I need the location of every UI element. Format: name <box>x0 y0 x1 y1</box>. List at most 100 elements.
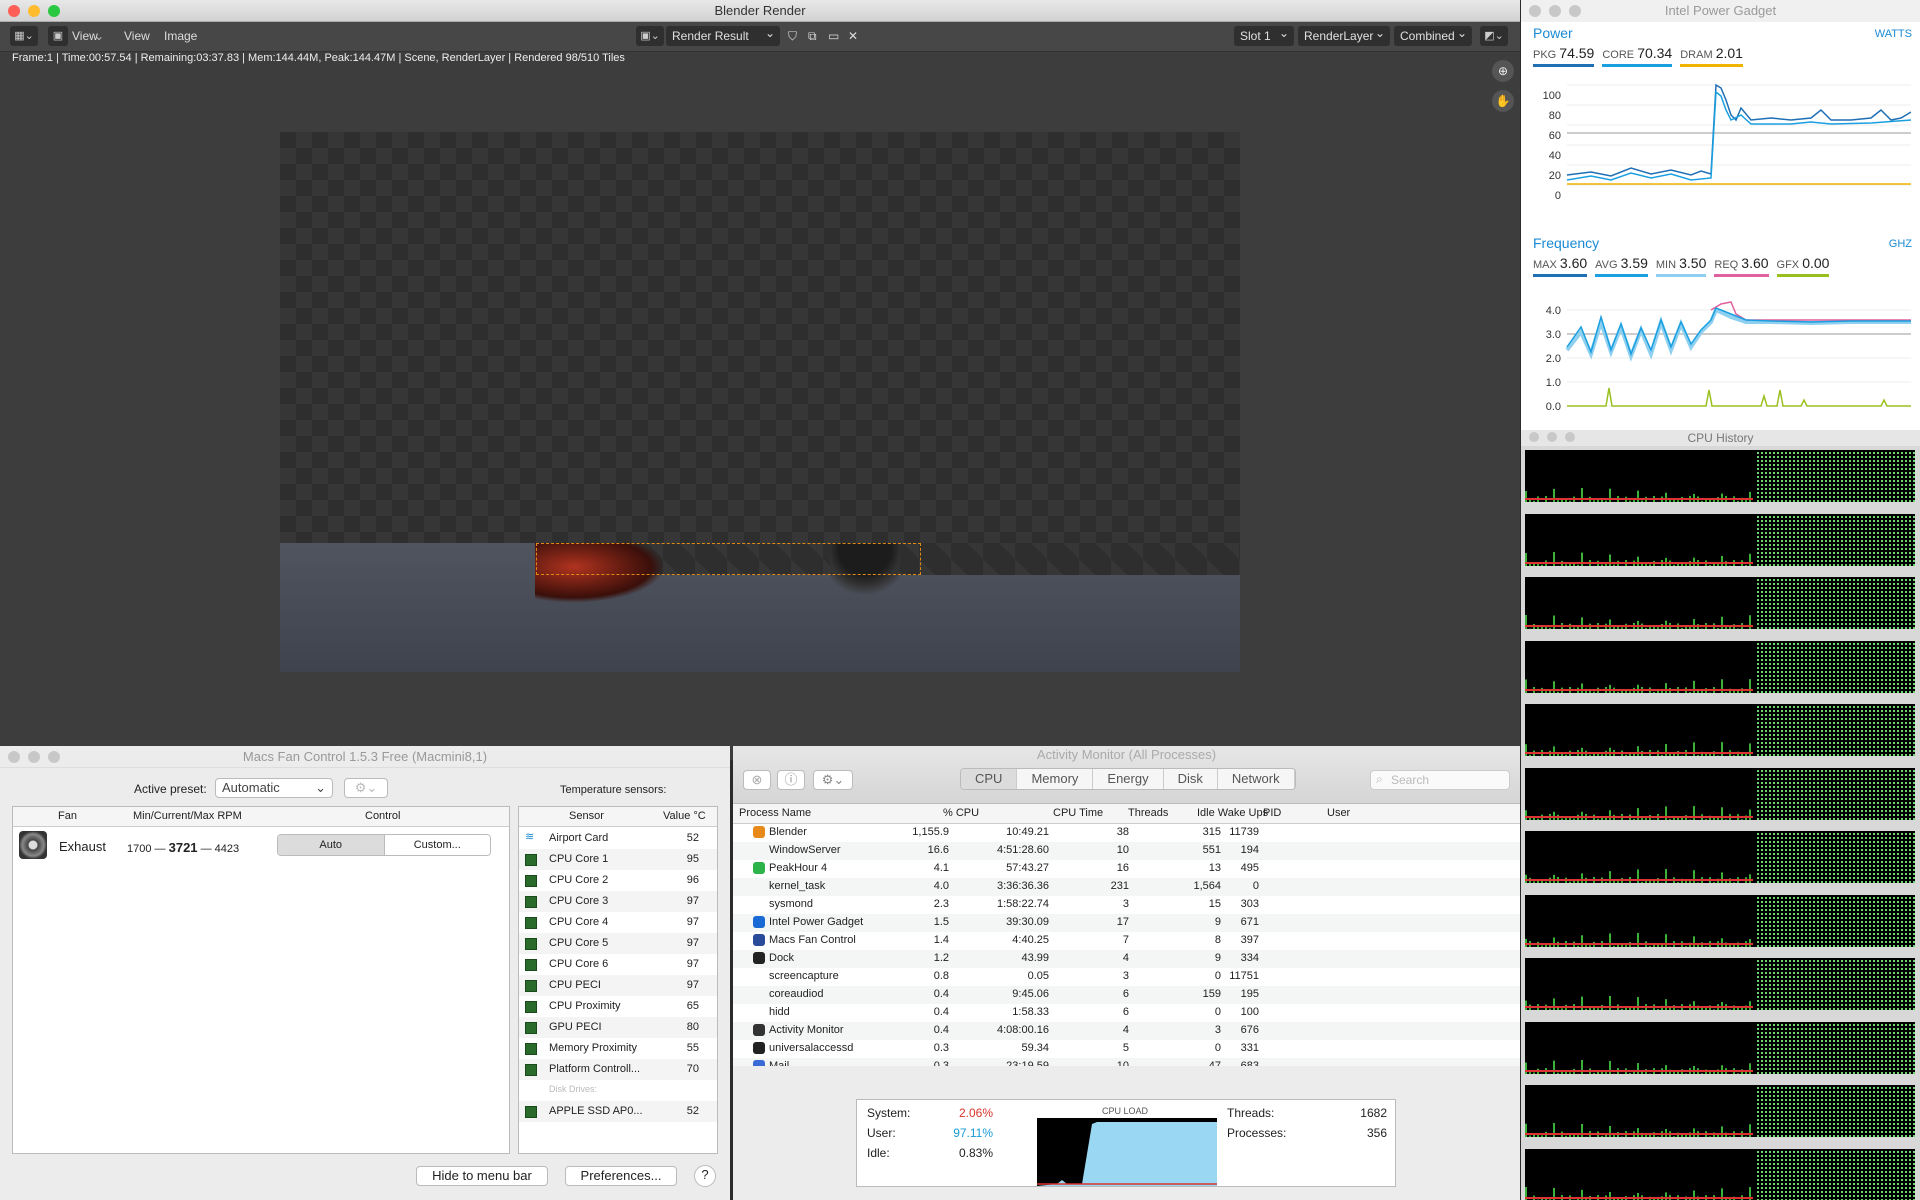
cell-1: 0.4 <box>933 1024 949 1036</box>
table-row[interactable]: hidd 0.4 1:58.33 6 0 100 <box>733 1004 1520 1022</box>
table-row[interactable]: Activity Monitor 0.4 4:08:00.16 4 3 676 <box>733 1022 1520 1040</box>
zoom-icon[interactable]: ⊕ <box>1492 60 1514 82</box>
preferences-button[interactable]: Preferences... <box>565 1166 677 1186</box>
close-button[interactable] <box>1529 5 1541 17</box>
cell-4: 8 <box>1214 934 1221 946</box>
stop-process-icon[interactable]: ⊗ <box>743 770 771 790</box>
table-row[interactable]: Blender 1,155.9 10:49.21 38 315 11739 <box>733 824 1520 842</box>
cell-1: 0.4 <box>933 988 949 1000</box>
freq-value-min: MIN 3.50 <box>1655 255 1707 277</box>
hand-pan-icon[interactable]: ✋ <box>1492 90 1514 112</box>
cell-0: Macs Fan Control <box>769 934 856 946</box>
browse-image-icon[interactable]: ▣⌄ <box>636 26 664 46</box>
view-menu[interactable]: View <box>120 27 154 45</box>
fan-rpm-current: 3721 <box>168 840 198 855</box>
col-sensor[interactable]: Sensor <box>569 810 604 822</box>
info-icon[interactable]: ⓘ <box>777 770 805 790</box>
cell-0: PeakHour 4 <box>769 862 828 874</box>
table-row[interactable]: coreaudiod 0.4 9:45.06 6 159 195 <box>733 986 1520 1004</box>
ipg-titlebar: Intel Power Gadget <box>1521 0 1920 22</box>
table-row[interactable]: WindowServer 16.6 4:51:28.60 10 551 194 <box>733 842 1520 860</box>
image-menu[interactable]: Image <box>160 27 201 45</box>
render-canvas[interactable] <box>280 132 1240 672</box>
hide-to-menu-bar-button[interactable]: Hide to menu bar <box>416 1166 548 1186</box>
cell-5: 195 <box>1240 988 1259 1000</box>
table-row[interactable]: sysmond 2.3 1:58:22.74 3 15 303 <box>733 896 1520 914</box>
cpu-core-graph <box>1525 513 1915 566</box>
custom-button[interactable]: Custom... <box>383 835 490 855</box>
close-button[interactable] <box>8 751 20 763</box>
zoom-button[interactable] <box>48 751 60 763</box>
col-pid[interactable]: PID <box>1263 807 1281 819</box>
search-input[interactable]: ⌕ Search <box>1370 770 1510 790</box>
tab-disk[interactable]: Disk <box>1164 769 1218 789</box>
col-control[interactable]: Control <box>365 810 400 822</box>
col-cpu-time[interactable]: CPU Time <box>1053 807 1103 819</box>
cell-3: 4 <box>1122 952 1129 964</box>
duplicate-icon[interactable]: ⧉ <box>804 27 821 45</box>
table-row[interactable]: screencapture 0.8 0.05 3 0 11751 <box>733 968 1520 986</box>
app-icon <box>753 1024 765 1036</box>
close-icon[interactable]: ✕ <box>844 27 862 45</box>
table-row[interactable]: Mail 0.3 23:19.59 10 47 683 <box>733 1058 1520 1066</box>
render-pass-dropdown[interactable]: Combined <box>1394 23 1472 46</box>
minimize-button[interactable] <box>28 751 40 763</box>
preset-dropdown[interactable]: Automatic ⌄ <box>215 778 333 798</box>
tab-network[interactable]: Network <box>1218 769 1295 789</box>
col-process-name[interactable]: Process Name <box>739 807 811 819</box>
col-fan[interactable]: Fan <box>58 810 77 822</box>
chip-icon <box>525 896 537 908</box>
freq-label-max: MAX <box>1533 259 1557 271</box>
cell-3: 6 <box>1122 1006 1129 1018</box>
cell-3: 4 <box>1122 1024 1129 1036</box>
cell-5: 0 <box>1252 880 1259 892</box>
freq_ticks-tick: 2.0 <box>1546 353 1561 365</box>
image-editor-header: ▦⌄ ▣ View ⌄ View Image ▣⌄ Render Result … <box>0 22 1520 52</box>
table-row[interactable]: universalaccessd 0.3 59.34 5 0 331 <box>733 1040 1520 1058</box>
sensor-value: 65 <box>686 1000 699 1012</box>
minimize-button[interactable] <box>28 5 40 17</box>
tab-energy[interactable]: Energy <box>1093 769 1164 789</box>
col-threads[interactable]: Threads <box>1128 807 1168 819</box>
fan-control-segment: Auto Custom... <box>277 834 491 856</box>
zoom-button[interactable] <box>1565 432 1575 442</box>
zoom-button[interactable] <box>1569 5 1581 17</box>
shield-icon[interactable]: ⛉ <box>784 27 801 45</box>
table-row[interactable]: Macs Fan Control 1.4 4:40.25 7 8 397 <box>733 932 1520 950</box>
col--cpu[interactable]: % CPU <box>943 807 979 819</box>
chip-icon <box>525 938 537 950</box>
minimize-button[interactable] <box>1549 5 1561 17</box>
display-channels-icon[interactable]: ◩⌄ <box>1480 26 1508 46</box>
folder-icon[interactable]: ▭ <box>824 27 843 45</box>
gear-icon[interactable]: ⚙⌄ <box>344 778 388 798</box>
editor-type-icon[interactable]: ▦⌄ <box>10 26 38 46</box>
system-label: System: <box>867 1106 911 1120</box>
table-row[interactable]: Intel Power Gadget 1.5 39:30.09 17 9 671 <box>733 914 1520 932</box>
col-user[interactable]: User <box>1327 807 1350 819</box>
close-button[interactable] <box>1529 432 1539 442</box>
table-row[interactable]: kernel_task 4.0 3:36:36.36 231 1,564 0 <box>733 878 1520 896</box>
minimize-button[interactable] <box>1547 432 1557 442</box>
cell-3: 3 <box>1122 970 1129 982</box>
tab-memory[interactable]: Memory <box>1017 769 1094 789</box>
cell-1: 1.4 <box>933 934 949 946</box>
image-icon[interactable]: ▣ <box>48 26 68 46</box>
table-row[interactable]: PeakHour 4 4.1 57:43.27 16 13 495 <box>733 860 1520 878</box>
zoom-button[interactable] <box>48 5 60 17</box>
gear-icon[interactable]: ⚙⌄ <box>813 770 853 790</box>
tab-cpu[interactable]: CPU <box>961 769 1018 789</box>
table-row[interactable]: Dock 1.2 43.99 4 9 334 <box>733 950 1520 968</box>
sensor-name: CPU Core 3 <box>549 895 609 907</box>
am-tabs: CPU Memory Energy Disk Network <box>960 768 1296 790</box>
auto-button[interactable]: Auto <box>278 835 384 855</box>
col-value[interactable]: Value °C <box>663 810 706 822</box>
col-idle-wake-ups[interactable]: Idle Wake Ups <box>1197 807 1268 819</box>
col-rpm[interactable]: Min/Current/Max RPM <box>133 810 242 822</box>
render-layer-dropdown[interactable]: RenderLayer <box>1298 23 1390 46</box>
slot-dropdown[interactable]: Slot 1 <box>1234 23 1294 46</box>
close-button[interactable] <box>8 5 20 17</box>
help-button[interactable]: ? <box>694 1165 716 1187</box>
sensor-value: 70 <box>686 1063 699 1075</box>
image-name-field[interactable]: Render Result <box>666 23 780 46</box>
sensor-value: 97 <box>686 895 699 907</box>
